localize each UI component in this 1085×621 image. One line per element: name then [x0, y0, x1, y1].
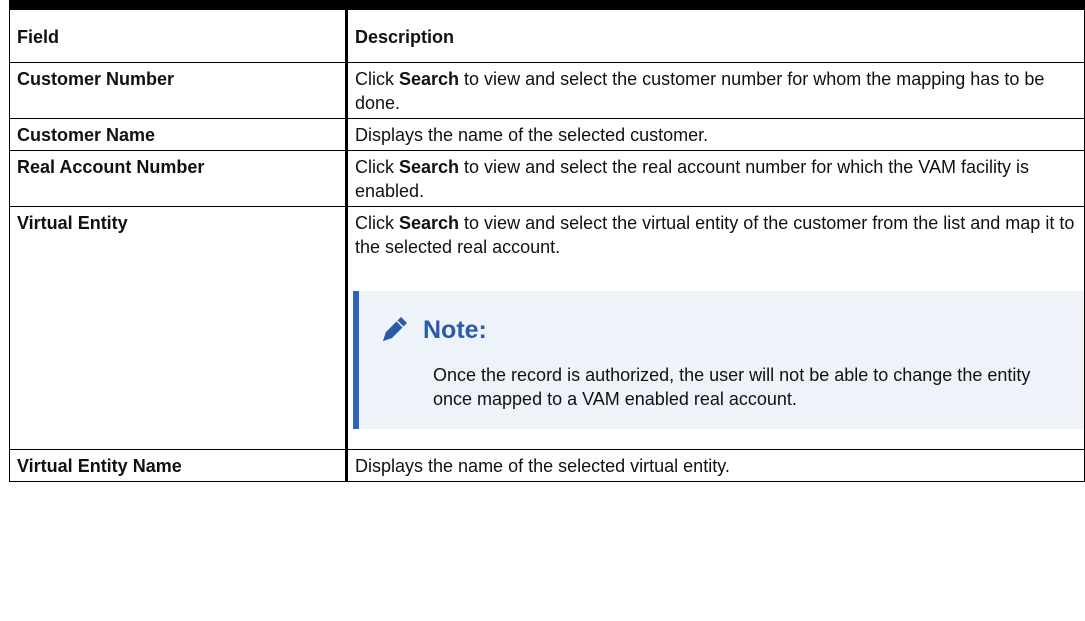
table-row: Virtual Entity Name Displays the name of… — [9, 449, 1085, 482]
field-description: Click Search to view and select the cust… — [346, 62, 1085, 119]
field-column-header: Field — [9, 9, 348, 63]
note-title: Note: — [423, 316, 487, 344]
field-description: Displays the name of the selected custom… — [346, 118, 1085, 151]
table-row: Real Account Number Click Search to view… — [9, 150, 1085, 207]
note-text: Once the record is authorized, the user … — [433, 365, 1031, 409]
field-description: Click Search to view and select the real… — [346, 150, 1085, 207]
description-text: Click — [355, 213, 399, 233]
table-row: Virtual Entity Click Search to view and … — [9, 206, 1085, 450]
field-name: Real Account Number — [9, 150, 348, 207]
description-text: to view and select the virtual entity of… — [355, 213, 1075, 257]
table-header-row: Field Description — [9, 9, 1085, 63]
table-row: Customer Number Click Search to view and… — [9, 62, 1085, 119]
table-top-rule — [9, 0, 1085, 9]
field-description: Displays the name of the selected virtua… — [346, 449, 1085, 482]
field-name: Virtual Entity Name — [9, 449, 348, 482]
field-name: Customer Number — [9, 62, 348, 119]
field-name: Customer Name — [9, 118, 348, 151]
pencil-icon — [383, 317, 407, 341]
description-text: Click — [355, 157, 399, 177]
table-row: Customer Name Displays the name of the s… — [9, 118, 1085, 151]
description-paragraph: Click Search to view and select the virt… — [355, 211, 1077, 259]
search-keyword: Search — [399, 69, 460, 89]
search-keyword: Search — [399, 213, 460, 233]
field-description-table: Field Description Customer Number Click … — [9, 9, 1085, 482]
description-text: to view and select the customer number f… — [355, 69, 1045, 113]
note-callout: Note: Once the record is authorized, the… — [353, 291, 1084, 429]
description-text: Click — [355, 69, 399, 89]
field-description: Click Search to view and select the virt… — [346, 206, 1085, 450]
field-name: Virtual Entity — [9, 206, 348, 450]
search-keyword: Search — [399, 157, 460, 177]
note-heading: Note: — [377, 313, 1064, 347]
description-column-header: Description — [346, 9, 1085, 63]
